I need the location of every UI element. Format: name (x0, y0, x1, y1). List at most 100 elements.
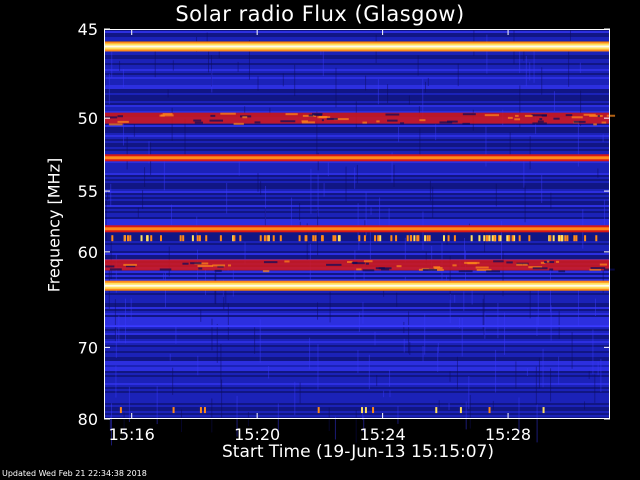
burst-mark (172, 407, 175, 414)
burst-mark (205, 235, 208, 242)
band-speckle (590, 267, 606, 270)
burst-mark (374, 235, 377, 242)
band-speckle (599, 263, 608, 266)
noise-streak (448, 402, 450, 410)
noise-row (104, 97, 610, 99)
noise-streak (216, 323, 218, 363)
band-core (104, 325, 610, 328)
noise-row (104, 331, 610, 333)
noise-row (104, 193, 610, 195)
noise-streak (211, 398, 213, 433)
noise-streak (374, 331, 376, 346)
noise-streak (597, 361, 599, 376)
band-speckle (159, 268, 172, 271)
band-speckle (280, 120, 296, 123)
noise-row (104, 277, 610, 279)
noise-row (104, 393, 610, 395)
noise-row (104, 135, 610, 137)
burst-mark (317, 407, 320, 414)
noise-row (104, 333, 610, 335)
burst-mark (447, 235, 450, 242)
noise-row (104, 329, 610, 331)
noise-streak (125, 298, 127, 344)
noise-streak (577, 287, 579, 327)
noise-row (104, 39, 610, 41)
noise-streak (469, 394, 471, 429)
burst-mark (549, 235, 552, 242)
noise-streak (369, 229, 371, 260)
band-peak (104, 284, 610, 287)
noise-row (104, 191, 610, 193)
noise-streak (260, 181, 262, 196)
noise-streak (525, 55, 527, 87)
burst-mark (334, 235, 337, 242)
noise-row (104, 301, 610, 303)
noise-streak (403, 338, 405, 353)
noise-streak (592, 329, 594, 375)
noise-row (104, 249, 610, 251)
noise-streak (408, 95, 410, 105)
y-tick-label: 80 (78, 410, 98, 429)
noise-streak (484, 230, 486, 253)
noise-row (104, 163, 610, 165)
burst-mark (191, 235, 194, 242)
noise-row (104, 233, 610, 235)
noise-row (104, 327, 610, 329)
band-speckle (214, 269, 222, 272)
noise-streak (588, 370, 590, 380)
band-speckle (601, 121, 607, 124)
band-speckle (558, 270, 566, 273)
noise-streak (397, 406, 399, 424)
noise-streak (461, 317, 463, 357)
noise-streak (105, 198, 107, 241)
burst-mark (409, 235, 412, 242)
band-speckle (362, 269, 375, 272)
noise-streak (227, 303, 229, 341)
noise-row (104, 307, 610, 309)
band-speckle (537, 120, 544, 123)
noise-row (104, 185, 610, 187)
band-speckle (396, 265, 402, 268)
noise-row (104, 207, 610, 209)
noise-row (104, 309, 610, 311)
noise-row (104, 353, 610, 355)
noise-row (104, 147, 610, 149)
burst-mark (575, 235, 578, 242)
noise-row (104, 129, 610, 131)
burst-mark (198, 235, 201, 242)
noise-streak (226, 182, 228, 214)
noise-streak (208, 50, 210, 73)
noise-streak (130, 298, 132, 321)
noise-streak (257, 76, 259, 91)
noise-row (104, 85, 610, 87)
noise-row (104, 253, 610, 255)
burst-mark (511, 235, 514, 242)
burst-mark (459, 407, 462, 414)
noise-row (104, 399, 610, 401)
noise-streak (398, 126, 400, 142)
burst-mark (203, 407, 206, 414)
noise-streak (424, 313, 426, 355)
noise-streak (110, 183, 112, 207)
burst-mark (358, 235, 361, 242)
noise-row (104, 391, 610, 393)
noise-streak (468, 376, 470, 409)
noise-row (104, 305, 610, 307)
band-speckle (434, 267, 443, 270)
band-speckle (475, 266, 489, 269)
noise-streak (122, 69, 124, 88)
noise-row (104, 133, 610, 135)
noise-row (104, 403, 610, 405)
noise-streak (317, 344, 319, 390)
band-speckle (573, 120, 586, 123)
noise-streak (424, 81, 426, 93)
noise-streak (541, 174, 543, 203)
burst-mark (361, 407, 364, 414)
burst-mark (566, 235, 569, 242)
noise-streak (457, 63, 459, 87)
noise-row (104, 201, 610, 203)
noise-row (104, 303, 610, 305)
burst-mark (363, 235, 366, 242)
noise-streak (429, 180, 431, 201)
noise-streak (437, 347, 439, 372)
